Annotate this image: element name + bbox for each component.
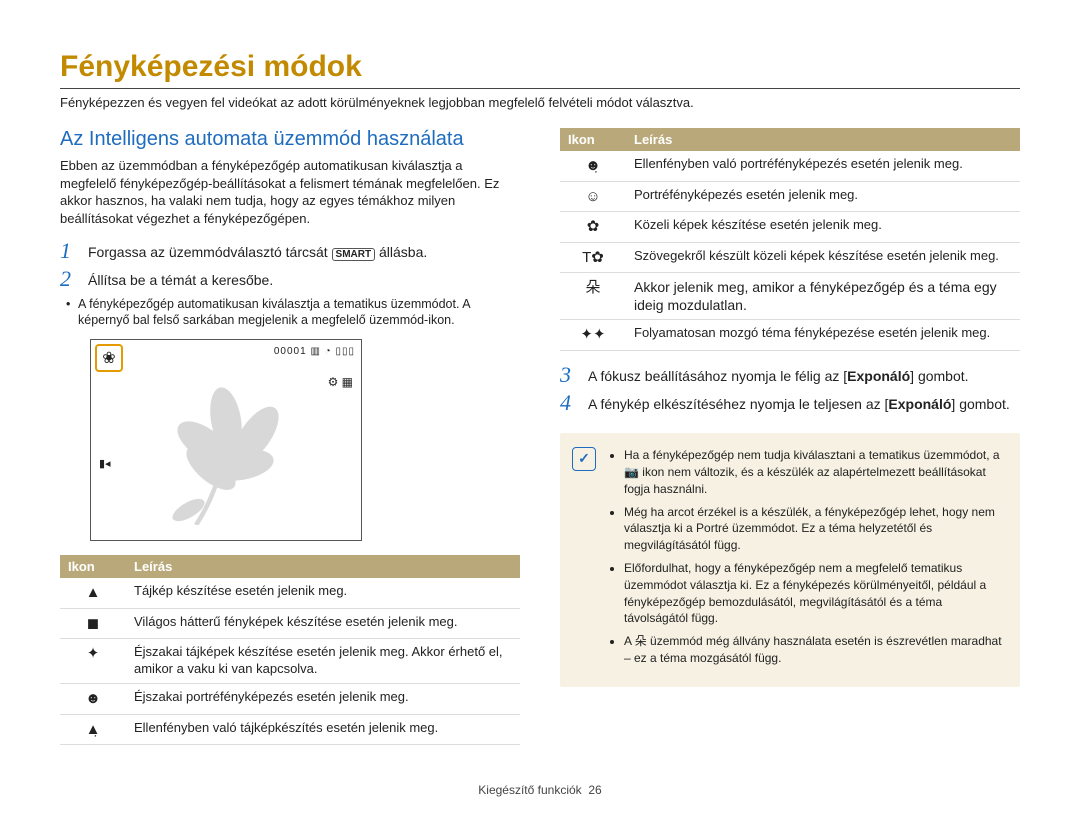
note-item: Előfordulhat, hogy a fényképezőgép nem a…: [624, 560, 1004, 627]
row-icon: ▲̣: [60, 714, 126, 745]
row-icon: 朵: [560, 273, 626, 320]
step-number-1: 1: [60, 239, 78, 263]
row-icon: ✦✦: [560, 320, 626, 351]
camera-icon: 📷: [624, 465, 639, 479]
camera-screenshot: ❀ 00001 ▥ ◔ ▯▯▯ ⚙ ▦ ▮◂: [90, 339, 362, 541]
shot-counter: 00001: [274, 346, 307, 357]
shot-top-icons: 00001 ▥ ◔ ▯▯▯: [274, 346, 355, 357]
step1-pre: Forgassa az üzemmódválasztó tárcsát: [88, 244, 332, 260]
step-number-3: 3: [560, 363, 578, 387]
row-desc: Ellenfényben való portréfényképezés eset…: [626, 151, 1020, 181]
th-desc: Leírás: [126, 555, 520, 578]
icon-table-left: Ikon Leírás ▲Tájkép készítése esetén jel…: [60, 555, 520, 745]
step2-bullet: A fényképezőgép automatikusan kiválasztj…: [78, 296, 520, 330]
row-desc: Szövegekről készült közeli képek készíté…: [626, 242, 1020, 273]
shot-status-icons: ▥ ◔ ▯▯▯: [310, 346, 355, 357]
footer-label: Kiegészítő funkciók: [478, 783, 581, 797]
step4-post: ] gombot.: [951, 396, 1009, 412]
note-item: A 朵 üzemmód még állvány használata eseté…: [624, 633, 1004, 667]
row-icon: ☺: [560, 181, 626, 212]
step3-post: ] gombot.: [910, 368, 968, 384]
flower-graphic: [151, 375, 301, 525]
page-title: Fényképezési módok: [60, 50, 1020, 84]
row-desc: Akkor jelenik meg, amikor a fényképezőgé…: [626, 273, 1020, 320]
step1-post: állásba.: [375, 244, 427, 260]
step4-pre: A fénykép elkészítéséhez nyomja le telje…: [588, 396, 888, 412]
row-icon: ◼: [60, 608, 126, 639]
note-item: Még ha arcot érzékel is a készülék, a fé…: [624, 504, 1004, 554]
row-icon: T✿: [560, 242, 626, 273]
row-desc: Portréfényképezés esetén jelenik meg.: [626, 181, 1020, 212]
row-desc: Világos hátterű fényképek készítése eset…: [126, 608, 520, 639]
mode-badge-icon: ❀: [95, 344, 123, 372]
step-number-2: 2: [60, 267, 78, 291]
shot-left-icons: ▮◂: [99, 457, 111, 470]
note-icon: ✓: [572, 447, 596, 471]
row-desc: Éjszakai portréfényképezés esetén jeleni…: [126, 684, 520, 715]
icon-table-right: Ikon Leírás ☻̣Ellenfényben való portréfé…: [560, 128, 1020, 351]
step3-pre: A fókusz beállításához nyomja le félig a…: [588, 368, 847, 384]
dial-icon: SMART: [332, 248, 376, 261]
divider: [60, 88, 1020, 89]
step-number-4: 4: [560, 391, 578, 415]
th-icon: Ikon: [60, 555, 126, 578]
step3-bold: Exponáló: [847, 368, 910, 384]
th-desc: Leírás: [626, 128, 1020, 151]
row-desc: Ellenfényben való tájképkészítés esetén …: [126, 714, 520, 745]
th-icon: Ikon: [560, 128, 626, 151]
note-item: Ha a fényképezőgép nem tudja kiválasztan…: [624, 447, 1004, 497]
intro-paragraph: Ebben az üzemmódban a fényképezőgép auto…: [60, 157, 520, 227]
row-icon: ✦: [60, 639, 126, 684]
section-heading: Az Intelligens automata üzemmód használa…: [60, 128, 520, 151]
row-desc: Tájkép készítése esetén jelenik meg.: [126, 578, 520, 608]
row-desc: Folyamatosan mozgó téma fényképezése ese…: [626, 320, 1020, 351]
page-subtitle: Fényképezzen és vegyen fel videókat az a…: [60, 95, 1020, 110]
row-desc: Éjszakai tájképek készítése esetén jelen…: [126, 639, 520, 684]
page-footer: Kiegészítő funkciók 26: [0, 783, 1080, 797]
shot-right-icons: ⚙ ▦: [328, 374, 353, 391]
footer-page: 26: [588, 783, 601, 797]
step2-text: Állítsa be a témát a keresőbe.: [88, 267, 273, 291]
row-desc: Közeli képek készítése esetén jelenik me…: [626, 212, 1020, 243]
step4-bold: Exponáló: [888, 396, 951, 412]
row-icon: ▲: [60, 578, 126, 608]
note-box: ✓ Ha a fényképezőgép nem tudja kiválaszt…: [560, 433, 1020, 687]
tripod-icon: 朵: [635, 634, 647, 648]
row-icon: ☻̣: [560, 151, 626, 181]
row-icon: ☻: [60, 684, 126, 715]
row-icon: ✿: [560, 212, 626, 243]
